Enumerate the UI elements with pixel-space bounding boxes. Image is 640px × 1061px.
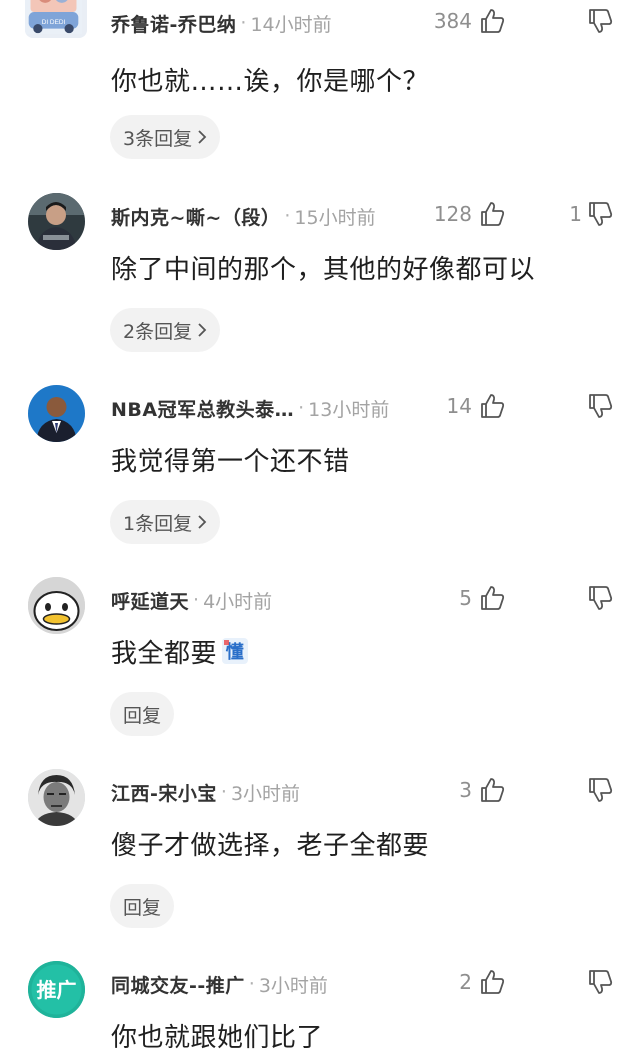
separator-dot: · <box>220 781 227 803</box>
cartoon-face-avatar[interactable] <box>28 577 85 634</box>
thumbs-up-icon <box>481 394 505 418</box>
comment-text: 除了中间的那个，其他的好像都可以 <box>111 255 536 285</box>
comment-header: 斯内克~嘶~（段） · 15小时前 <box>111 202 376 230</box>
comment-item: 斯内克~嘶~（段） · 15小时前 128 1 除了中间的那个，其他的好像都可以… <box>0 193 640 385</box>
comment-feed: DI DEDI 乔鲁诺-乔巴纳 · 14小时前 384 你也就……诶，你是哪个？… <box>0 0 640 1061</box>
dislike-button[interactable] <box>582 967 614 997</box>
thumbs-up-icon <box>481 202 505 226</box>
comment-item: 推广 同城交友--推广 · 3小时前 2 你也就跟她们比了 <box>0 961 640 1061</box>
portrait-man-avatar[interactable] <box>28 769 85 826</box>
timestamp: 4小时前 <box>203 590 273 613</box>
chevron-right-icon <box>198 323 207 337</box>
promo-badge-avatar[interactable]: 推广 <box>28 961 85 1018</box>
comment-header: 同城交友--推广 · 3小时前 <box>111 970 328 998</box>
reply-count-label: 3条回复 <box>123 127 193 150</box>
timestamp: 13小时前 <box>308 398 390 421</box>
dislike-button[interactable] <box>582 583 614 613</box>
comment-item: DI DEDI 乔鲁诺-乔巴纳 · 14小时前 384 你也就……诶，你是哪个？… <box>0 0 640 170</box>
comment-item: 呼延道天 · 4小时前 5 我全都要 懂 回复 <box>0 577 640 769</box>
comment-text: 你也就……诶，你是哪个？ <box>111 67 430 97</box>
comment-text: 你也就跟她们比了 <box>111 1023 324 1053</box>
thumbs-down-icon <box>589 394 613 418</box>
comment-item: 江西-宋小宝 · 3小时前 3 傻子才做选择，老子全都要 回复 <box>0 769 640 961</box>
separator-dot: · <box>193 589 200 611</box>
username[interactable]: 江西-宋小宝 <box>111 779 217 806</box>
timestamp: 3小时前 <box>258 974 328 997</box>
like-button[interactable]: 3 <box>459 775 506 805</box>
view-replies-button[interactable]: 1条回复 <box>110 500 221 544</box>
reply-label: 回复 <box>123 896 162 919</box>
comment-header: 呼延道天 · 4小时前 <box>111 586 272 614</box>
thumbs-down-icon <box>589 9 613 33</box>
username[interactable]: 同城交友--推广 <box>111 971 245 998</box>
thumbs-down-icon <box>589 970 613 994</box>
like-count: 384 <box>433 9 472 33</box>
timestamp: 3小时前 <box>230 782 301 805</box>
like-count: 128 <box>433 202 472 226</box>
comment-header: NBA冠军总教头泰… · 13小时前 <box>111 394 389 422</box>
suited-man-avatar[interactable] <box>28 385 85 442</box>
reply-count-label: 1条回复 <box>123 512 193 535</box>
like-button[interactable]: 384 <box>434 6 506 36</box>
thumbs-up-icon <box>481 586 505 610</box>
like-count: 2 <box>459 970 472 994</box>
username[interactable]: 斯内克~嘶~（段） <box>111 203 280 230</box>
separator-dot: · <box>240 12 247 34</box>
reply-count-label: 2条回复 <box>123 320 193 343</box>
reply-button[interactable]: 回复 <box>110 692 175 736</box>
comment-header: 乔鲁诺-乔巴纳 · 14小时前 <box>111 9 332 37</box>
like-button[interactable]: 5 <box>459 583 506 613</box>
chevron-right-icon <box>198 130 207 144</box>
reply-button[interactable]: 回复 <box>110 884 175 928</box>
like-count: 3 <box>459 778 472 802</box>
like-count: 14 <box>446 394 472 418</box>
dislike-count: 1 <box>569 202 582 226</box>
dislike-button[interactable]: 1 <box>569 199 614 229</box>
comment-header: 江西-宋小宝 · 3小时前 <box>111 778 300 806</box>
username[interactable]: 呼延道天 <box>111 587 189 614</box>
like-button[interactable]: 2 <box>459 967 506 997</box>
comment-item: NBA冠军总教头泰… · 13小时前 14 我觉得第一个还不错 1条回复 <box>0 385 640 577</box>
comment-text-content: 我全都要 <box>111 639 218 669</box>
person-photo-avatar[interactable] <box>28 193 85 250</box>
reply-label: 回复 <box>123 704 162 727</box>
like-button[interactable]: 128 <box>434 199 506 229</box>
dong-sticker-icon: 懂 <box>222 638 249 664</box>
thumbs-up-icon <box>481 778 505 802</box>
comment-text: 我全都要 懂 <box>111 633 249 670</box>
timestamp: 14小时前 <box>250 13 332 36</box>
separator-dot: · <box>298 397 305 419</box>
thumbs-up-icon <box>481 970 505 994</box>
view-replies-button[interactable]: 2条回复 <box>110 308 221 352</box>
separator-dot: · <box>248 973 255 995</box>
comment-text: 我觉得第一个还不错 <box>111 447 350 477</box>
username[interactable]: 乔鲁诺-乔巴纳 <box>111 10 236 37</box>
chevron-right-icon <box>198 515 207 529</box>
timestamp: 15小时前 <box>294 206 376 229</box>
separator-dot: · <box>284 205 291 227</box>
thumbs-down-icon <box>589 586 613 610</box>
like-button[interactable]: 14 <box>447 391 506 421</box>
view-replies-button[interactable]: 3条回复 <box>110 115 221 159</box>
anime-car-avatar[interactable]: DI DEDI <box>25 0 87 38</box>
dislike-button[interactable] <box>582 391 614 421</box>
svg-text:DI DEDI: DI DEDI <box>42 19 66 26</box>
svg-text:推广: 推广 <box>37 978 77 1002</box>
comment-text: 傻子才做选择，老子全都要 <box>111 831 430 861</box>
dislike-button[interactable] <box>582 775 614 805</box>
username[interactable]: NBA冠军总教头泰… <box>111 395 294 422</box>
thumbs-down-icon <box>589 202 613 226</box>
thumbs-up-icon <box>481 9 505 33</box>
thumbs-down-icon <box>589 778 613 802</box>
like-count: 5 <box>459 586 472 610</box>
dislike-button[interactable] <box>582 6 614 36</box>
